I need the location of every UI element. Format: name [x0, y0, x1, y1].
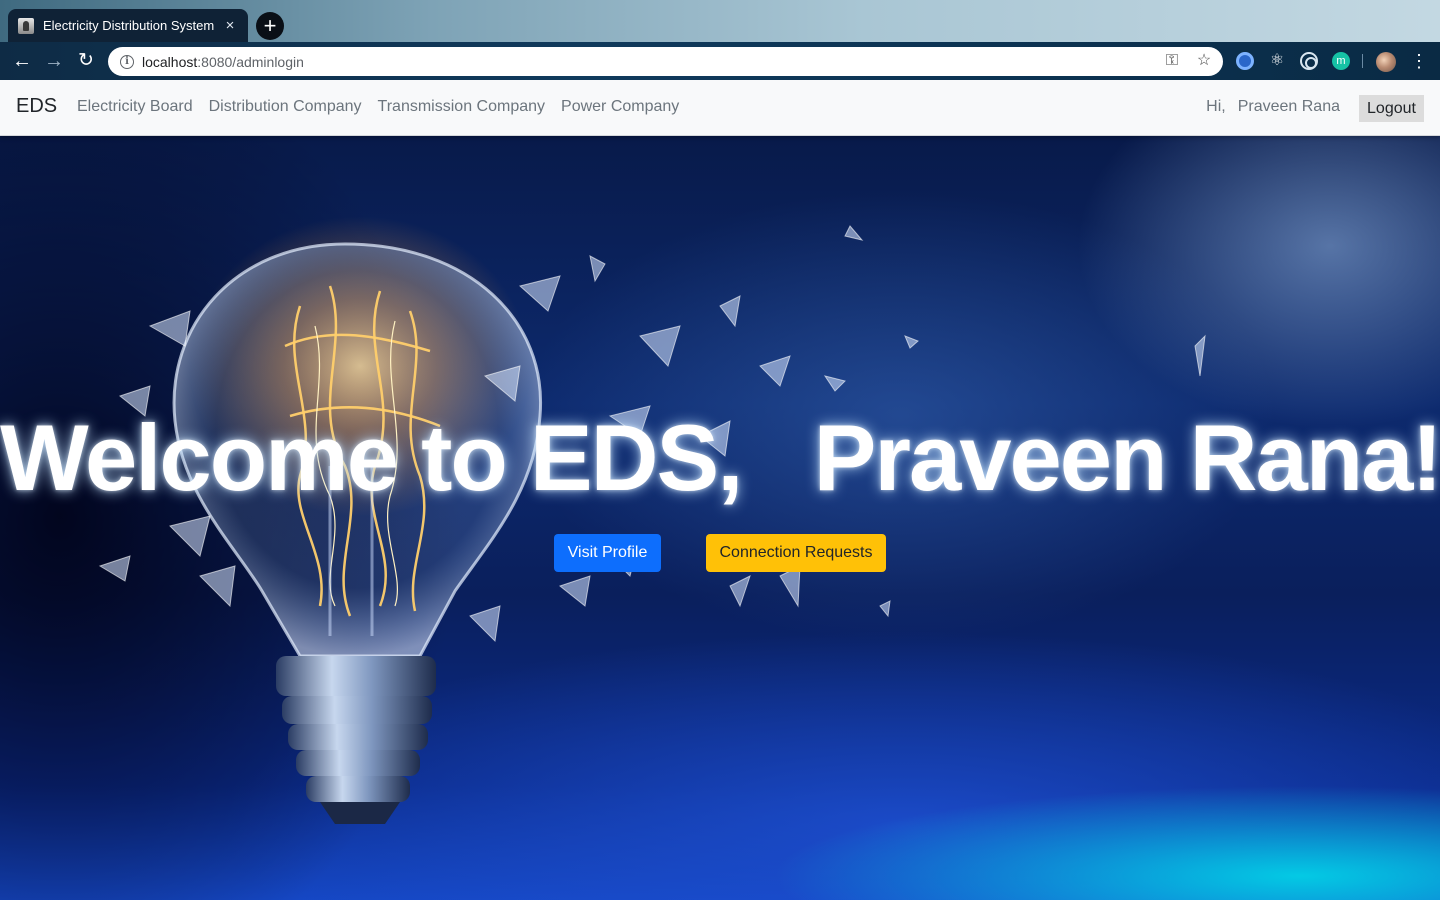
url-path: :8080/adminlogin [197, 53, 304, 70]
brand-link[interactable]: EDS [16, 95, 57, 118]
new-tab-button[interactable]: + [256, 12, 284, 40]
toolbar-divider [1362, 54, 1363, 68]
tab-close-icon[interactable]: × [222, 17, 238, 34]
hero-title: Welcome to EDS, Praveen Rana! [0, 405, 1440, 510]
nav-link-distribution-company[interactable]: Distribution Company [209, 98, 362, 116]
url-host: localhost [142, 53, 198, 70]
nav-link-transmission-company[interactable]: Transmission Company [378, 98, 545, 116]
site-navbar: EDS Electricity Board Distribution Compa… [0, 80, 1440, 136]
info-icon[interactable]: i [120, 54, 134, 69]
nav-link-power-company[interactable]: Power Company [561, 98, 679, 116]
reload-icon[interactable]: ↻ [74, 50, 98, 72]
back-icon[interactable]: ← [10, 50, 34, 72]
star-icon[interactable]: ☆ [1195, 51, 1213, 71]
user-name[interactable]: Praveen Rana [1238, 98, 1340, 116]
nav-link-electricity-board[interactable]: Electricity Board [77, 98, 193, 116]
browser-tab-strip: Electricity Distribution System × + [0, 0, 1440, 42]
browser-tab[interactable]: Electricity Distribution System × [8, 9, 248, 42]
logout-button[interactable]: Logout [1359, 95, 1424, 122]
hero-banner: Welcome to EDS, Praveen Rana! Visit Prof… [0, 136, 1440, 900]
visit-profile-button[interactable]: Visit Profile [554, 534, 661, 572]
profile-avatar-icon[interactable] [1376, 52, 1396, 72]
address-bar[interactable]: i localhost:8080/adminlogin ⚿ ☆ [108, 47, 1223, 76]
connection-requests-button[interactable]: Connection Requests [706, 534, 886, 572]
forward-icon[interactable]: → [42, 50, 66, 72]
greeting-prefix: Hi, [1206, 98, 1226, 115]
nav-links: Electricity Board Distribution Company T… [77, 98, 679, 116]
tab-title: Electricity Distribution System [43, 18, 215, 33]
user-greeting: Hi, Praveen Rana [1206, 98, 1340, 116]
menu-icon[interactable]: ⋮ [1410, 51, 1428, 71]
site-favicon-icon [18, 17, 34, 34]
extension-target-icon[interactable] [1300, 52, 1318, 70]
page-content: EDS Electricity Board Distribution Compa… [0, 80, 1440, 900]
react-devtools-icon[interactable]: ⚛ [1268, 52, 1286, 70]
extension-m-icon[interactable]: m [1332, 52, 1350, 70]
browser-toolbar: ← → ↻ i localhost:8080/adminlogin ⚿ ☆ ⚛ … [0, 42, 1440, 80]
key-icon[interactable]: ⚿ [1163, 51, 1181, 71]
extension-1-icon[interactable] [1236, 52, 1254, 70]
shattering-bulb-image [98, 216, 1206, 824]
